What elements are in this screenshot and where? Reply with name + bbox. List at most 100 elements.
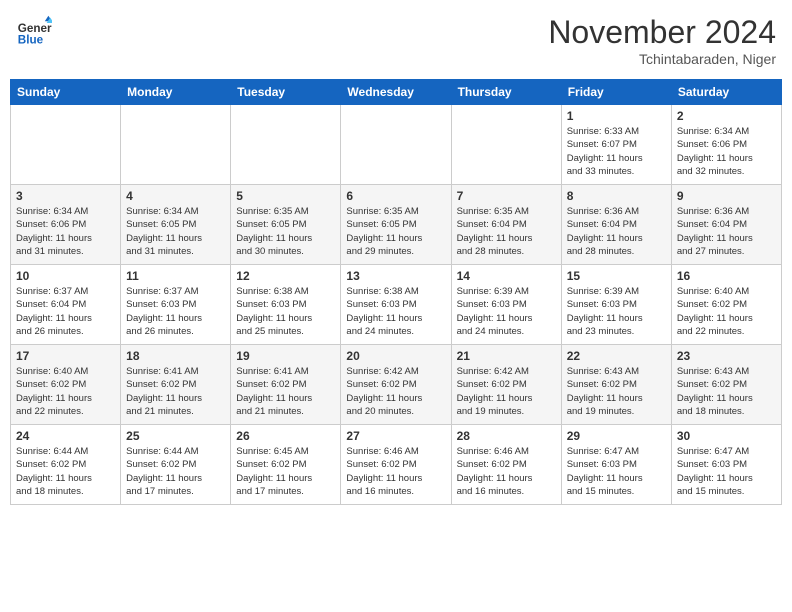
day-info: Sunrise: 6:43 AM Sunset: 6:02 PM Dayligh… <box>677 365 776 418</box>
calendar-cell <box>451 105 561 185</box>
calendar-week-row: 1Sunrise: 6:33 AM Sunset: 6:07 PM Daylig… <box>11 105 782 185</box>
day-number: 17 <box>16 349 115 363</box>
day-number: 29 <box>567 429 666 443</box>
day-number: 27 <box>346 429 445 443</box>
day-info: Sunrise: 6:47 AM Sunset: 6:03 PM Dayligh… <box>677 445 776 498</box>
day-number: 13 <box>346 269 445 283</box>
day-info: Sunrise: 6:39 AM Sunset: 6:03 PM Dayligh… <box>457 285 556 338</box>
day-info: Sunrise: 6:43 AM Sunset: 6:02 PM Dayligh… <box>567 365 666 418</box>
day-info: Sunrise: 6:34 AM Sunset: 6:06 PM Dayligh… <box>677 125 776 178</box>
day-info: Sunrise: 6:38 AM Sunset: 6:03 PM Dayligh… <box>346 285 445 338</box>
location: Tchintabaraden, Niger <box>548 51 776 67</box>
day-number: 28 <box>457 429 556 443</box>
calendar-cell: 21 Sunrise: 6:42 AM Sunset: 6:02 PM Dayli… <box>451 345 561 425</box>
calendar-table: SundayMondayTuesdayWednesdayThursdayFrid… <box>10 79 782 505</box>
day-info: Sunrise: 6:41 AM Sunset: 6:02 PM Dayligh… <box>126 365 225 418</box>
weekday-label: Wednesday <box>341 80 451 105</box>
calendar-cell <box>121 105 231 185</box>
day-number: 7 <box>457 189 556 203</box>
day-number: 18 <box>126 349 225 363</box>
calendar-cell: 7Sunrise: 6:35 AM Sunset: 6:04 PM Daylig… <box>451 185 561 265</box>
calendar-week-row: 3 Sunrise: 6:34 AM Sunset: 6:06 PM Daylig… <box>11 185 782 265</box>
day-number: 19 <box>236 349 335 363</box>
day-number: 2 <box>677 109 776 123</box>
day-info: Sunrise: 6:41 AM Sunset: 6:02 PM Dayligh… <box>236 365 335 418</box>
day-info: Sunrise: 6:36 AM Sunset: 6:04 PM Dayligh… <box>567 205 666 258</box>
calendar-cell: 14 Sunrise: 6:39 AM Sunset: 6:03 PM Dayli… <box>451 265 561 345</box>
calendar-cell: 9Sunrise: 6:36 AM Sunset: 6:04 PM Daylig… <box>671 185 781 265</box>
day-number: 23 <box>677 349 776 363</box>
day-info: Sunrise: 6:36 AM Sunset: 6:04 PM Dayligh… <box>677 205 776 258</box>
calendar-cell: 4Sunrise: 6:34 AM Sunset: 6:05 PM Daylig… <box>121 185 231 265</box>
calendar-cell: 24 Sunrise: 6:44 AM Sunset: 6:02 PM Dayli… <box>11 425 121 505</box>
calendar-cell: 10Sunrise: 6:37 AM Sunset: 6:04 PM Dayli… <box>11 265 121 345</box>
day-number: 3 <box>16 189 115 203</box>
calendar-cell: 26Sunrise: 6:45 AM Sunset: 6:02 PM Dayli… <box>231 425 341 505</box>
calendar-cell: 19 Sunrise: 6:41 AM Sunset: 6:02 PM Dayli… <box>231 345 341 425</box>
calendar-cell: 18 Sunrise: 6:41 AM Sunset: 6:02 PM Dayli… <box>121 345 231 425</box>
calendar-body: 1Sunrise: 6:33 AM Sunset: 6:07 PM Daylig… <box>11 105 782 505</box>
day-number: 20 <box>346 349 445 363</box>
day-info: Sunrise: 6:40 AM Sunset: 6:02 PM Dayligh… <box>677 285 776 338</box>
day-number: 14 <box>457 269 556 283</box>
weekday-label: Friday <box>561 80 671 105</box>
calendar-cell <box>231 105 341 185</box>
calendar-week-row: 10Sunrise: 6:37 AM Sunset: 6:04 PM Dayli… <box>11 265 782 345</box>
calendar-cell: 20Sunrise: 6:42 AM Sunset: 6:02 PM Dayli… <box>341 345 451 425</box>
day-number: 26 <box>236 429 335 443</box>
svg-text:Blue: Blue <box>18 34 44 47</box>
calendar-cell: 15 Sunrise: 6:39 AM Sunset: 6:03 PM Dayli… <box>561 265 671 345</box>
weekday-label: Sunday <box>11 80 121 105</box>
weekday-label: Tuesday <box>231 80 341 105</box>
day-number: 25 <box>126 429 225 443</box>
day-info: Sunrise: 6:46 AM Sunset: 6:02 PM Dayligh… <box>346 445 445 498</box>
day-info: Sunrise: 6:44 AM Sunset: 6:02 PM Dayligh… <box>16 445 115 498</box>
calendar-cell: 28 Sunrise: 6:46 AM Sunset: 6:02 PM Dayli… <box>451 425 561 505</box>
day-info: Sunrise: 6:34 AM Sunset: 6:05 PM Dayligh… <box>126 205 225 258</box>
day-info: Sunrise: 6:37 AM Sunset: 6:04 PM Dayligh… <box>16 285 115 338</box>
calendar-cell: 5 Sunrise: 6:35 AM Sunset: 6:05 PM Daylig… <box>231 185 341 265</box>
calendar-cell <box>11 105 121 185</box>
calendar-week-row: 17Sunrise: 6:40 AM Sunset: 6:02 PM Dayli… <box>11 345 782 425</box>
day-number: 12 <box>236 269 335 283</box>
calendar-cell: 25 Sunrise: 6:44 AM Sunset: 6:02 PM Dayli… <box>121 425 231 505</box>
day-number: 11 <box>126 269 225 283</box>
calendar-cell: 17Sunrise: 6:40 AM Sunset: 6:02 PM Dayli… <box>11 345 121 425</box>
day-info: Sunrise: 6:34 AM Sunset: 6:06 PM Dayligh… <box>16 205 115 258</box>
weekday-label: Saturday <box>671 80 781 105</box>
day-info: Sunrise: 6:33 AM Sunset: 6:07 PM Dayligh… <box>567 125 666 178</box>
calendar-cell: 29Sunrise: 6:47 AM Sunset: 6:03 PM Dayli… <box>561 425 671 505</box>
calendar-cell: 1Sunrise: 6:33 AM Sunset: 6:07 PM Daylig… <box>561 105 671 185</box>
day-info: Sunrise: 6:39 AM Sunset: 6:03 PM Dayligh… <box>567 285 666 338</box>
calendar-cell: 3 Sunrise: 6:34 AM Sunset: 6:06 PM Daylig… <box>11 185 121 265</box>
weekday-label: Thursday <box>451 80 561 105</box>
calendar-cell: 8 Sunrise: 6:36 AM Sunset: 6:04 PM Daylig… <box>561 185 671 265</box>
day-number: 8 <box>567 189 666 203</box>
day-number: 21 <box>457 349 556 363</box>
page-header: General Blue November 2024 Tchintabarade… <box>10 10 782 71</box>
calendar-cell: 16Sunrise: 6:40 AM Sunset: 6:02 PM Dayli… <box>671 265 781 345</box>
calendar-cell: 13 Sunrise: 6:38 AM Sunset: 6:03 PM Dayli… <box>341 265 451 345</box>
calendar-cell: 6Sunrise: 6:35 AM Sunset: 6:05 PM Daylig… <box>341 185 451 265</box>
title-block: November 2024 Tchintabaraden, Niger <box>548 14 776 67</box>
weekday-label: Monday <box>121 80 231 105</box>
day-number: 30 <box>677 429 776 443</box>
day-number: 22 <box>567 349 666 363</box>
day-info: Sunrise: 6:35 AM Sunset: 6:05 PM Dayligh… <box>236 205 335 258</box>
calendar-cell: 22 Sunrise: 6:43 AM Sunset: 6:02 PM Dayli… <box>561 345 671 425</box>
day-info: Sunrise: 6:44 AM Sunset: 6:02 PM Dayligh… <box>126 445 225 498</box>
day-number: 6 <box>346 189 445 203</box>
day-number: 15 <box>567 269 666 283</box>
calendar-cell: 11 Sunrise: 6:37 AM Sunset: 6:03 PM Dayli… <box>121 265 231 345</box>
day-info: Sunrise: 6:37 AM Sunset: 6:03 PM Dayligh… <box>126 285 225 338</box>
calendar-cell: 27 Sunrise: 6:46 AM Sunset: 6:02 PM Dayli… <box>341 425 451 505</box>
day-info: Sunrise: 6:42 AM Sunset: 6:02 PM Dayligh… <box>457 365 556 418</box>
day-number: 24 <box>16 429 115 443</box>
calendar-cell: 12 Sunrise: 6:38 AM Sunset: 6:03 PM Dayli… <box>231 265 341 345</box>
weekday-header-row: SundayMondayTuesdayWednesdayThursdayFrid… <box>11 80 782 105</box>
day-number: 5 <box>236 189 335 203</box>
logo-icon: General Blue <box>16 14 52 50</box>
day-info: Sunrise: 6:38 AM Sunset: 6:03 PM Dayligh… <box>236 285 335 338</box>
month-title: November 2024 <box>548 14 776 51</box>
day-info: Sunrise: 6:46 AM Sunset: 6:02 PM Dayligh… <box>457 445 556 498</box>
